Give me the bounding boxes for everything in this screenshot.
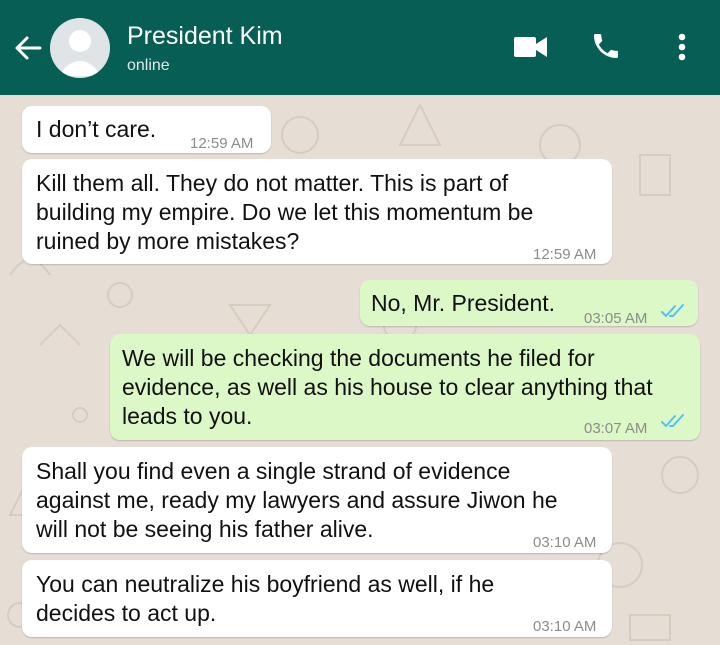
message-line: leads to you. xyxy=(122,403,253,429)
contact-status: online xyxy=(127,57,170,74)
incoming-message[interactable]: I don’t care. 12:59 AM xyxy=(22,106,271,153)
video-call-icon[interactable] xyxy=(514,36,548,58)
message-text: I don’t care. xyxy=(36,116,157,142)
message-line: building my empire. Do we let this momen… xyxy=(36,199,534,225)
message-line: decides to act up. xyxy=(36,600,217,626)
message-time: 03:05 AM xyxy=(584,310,648,327)
message-time: 03:10 AM xyxy=(533,618,597,635)
avatar[interactable] xyxy=(50,18,110,78)
outgoing-message[interactable]: We will be checking the documents he fil… xyxy=(110,334,700,440)
message-time: 03:07 AM xyxy=(584,420,648,437)
message-line: Kill them all. They do not matter. This … xyxy=(36,170,509,196)
phone-icon[interactable] xyxy=(590,30,622,62)
read-ticks-icon xyxy=(661,304,684,317)
message-line: ruined by more mistakes? xyxy=(36,228,300,254)
chat-header: President Kim online xyxy=(0,0,720,95)
message-time: 12:59 AM xyxy=(190,135,254,152)
message-line: will not be seeing his father alive. xyxy=(36,516,374,542)
more-options-icon[interactable] xyxy=(677,33,687,63)
message-line: evidence, as well as his house to clear … xyxy=(122,374,653,400)
back-arrow-icon[interactable] xyxy=(12,32,44,64)
incoming-message[interactable]: You can neutralize his boyfriend as well… xyxy=(22,560,612,637)
message-text: You can neutralize his boyfriend as well… xyxy=(36,570,494,628)
read-ticks-icon xyxy=(661,414,684,427)
message-text: We will be checking the documents he fil… xyxy=(122,344,653,431)
incoming-message[interactable]: Shall you find even a single strand of e… xyxy=(22,447,612,553)
message-text: No, Mr. President. xyxy=(371,290,556,316)
outgoing-message[interactable]: No, Mr. President. 03:05 AM xyxy=(360,280,698,327)
contact-name[interactable]: President Kim xyxy=(127,22,283,51)
avatar-placeholder-icon xyxy=(58,30,102,76)
message-line: You can neutralize his boyfriend as well… xyxy=(36,571,495,597)
message-line: We will be checking the documents he fil… xyxy=(122,345,595,371)
message-line: Shall you find even a single strand of e… xyxy=(36,458,511,484)
message-time: 12:59 AM xyxy=(533,246,597,263)
message-text: Shall you find even a single strand of e… xyxy=(36,457,558,544)
incoming-message[interactable]: Kill them all. They do not matter. This … xyxy=(22,159,612,264)
message-line: against me, ready my lawyers and assure … xyxy=(36,487,558,513)
message-text: Kill them all. They do not matter. This … xyxy=(36,169,533,256)
message-time: 03:10 AM xyxy=(533,534,597,551)
